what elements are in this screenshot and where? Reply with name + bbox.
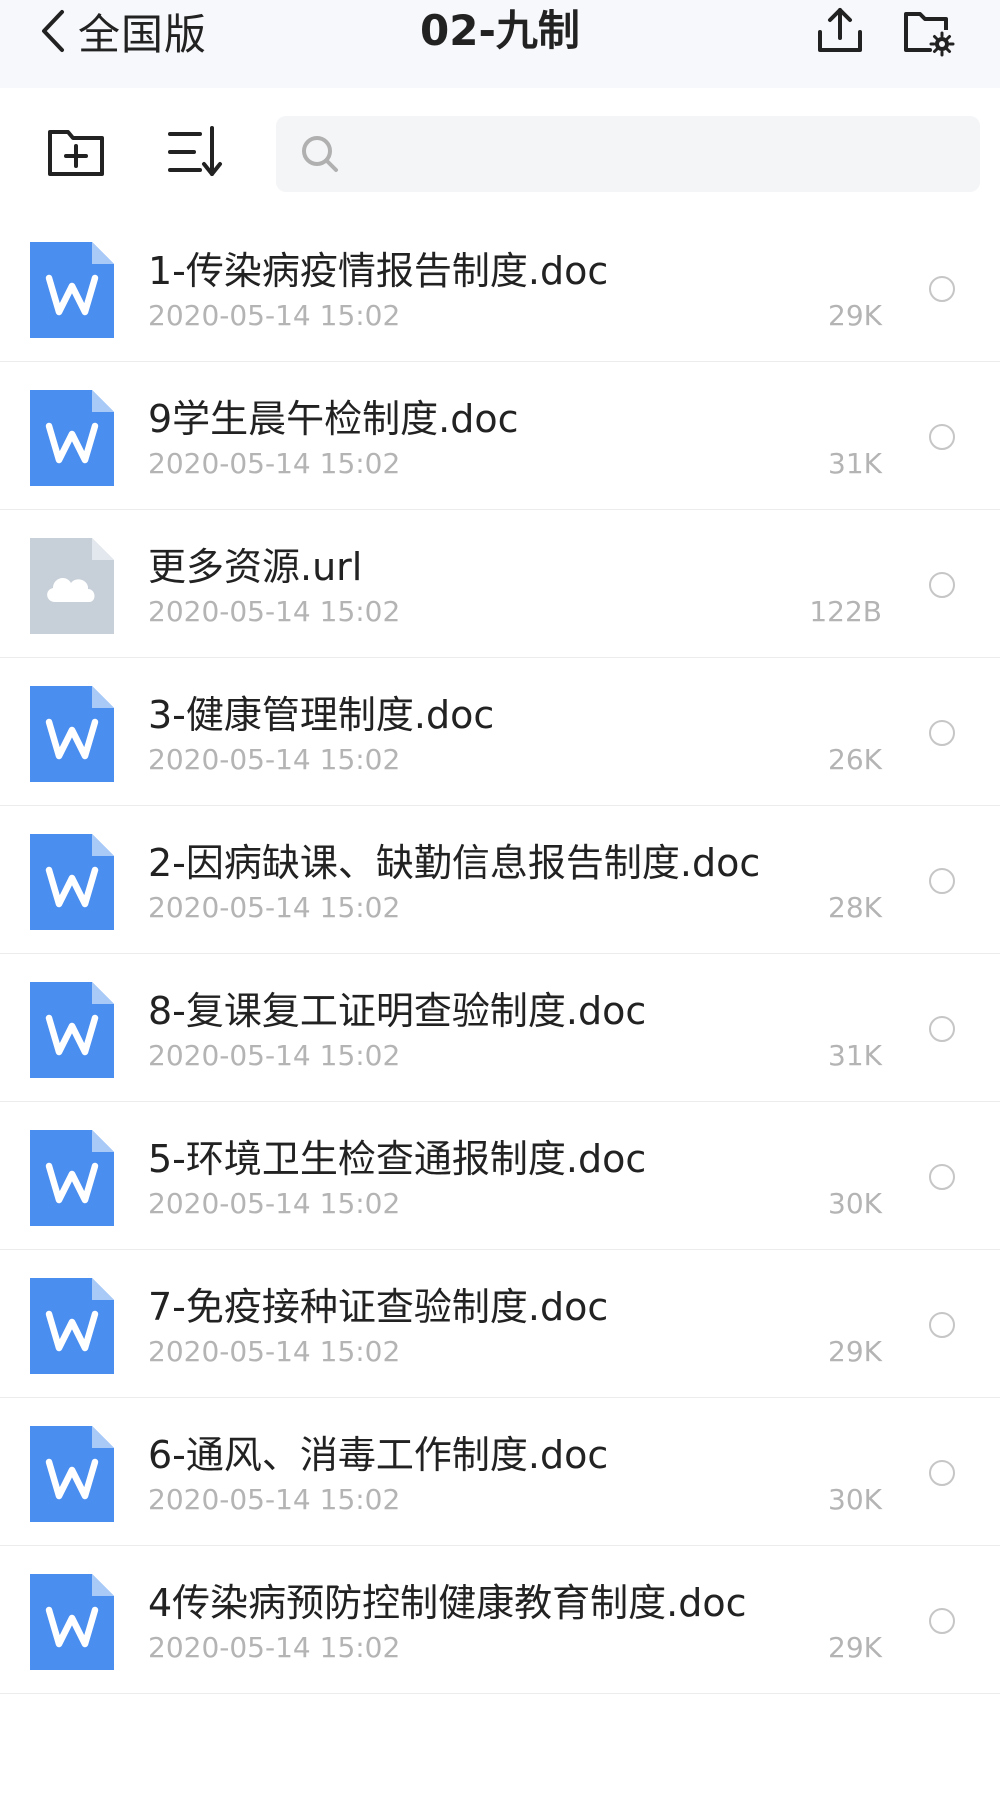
file-date: 2020-05-14 15:02 bbox=[148, 1039, 401, 1072]
file-size: 29K bbox=[828, 1631, 882, 1664]
word-icon bbox=[30, 1130, 114, 1226]
file-name: 8-复课复工证明查验制度.doc bbox=[148, 989, 647, 1033]
file-list: 1-传染病疫情报告制度.doc 2020-05-14 15:02 29K 9学生… bbox=[0, 214, 1000, 1694]
toolbar bbox=[0, 88, 1000, 215]
word-icon bbox=[30, 686, 114, 782]
file-date: 2020-05-14 15:02 bbox=[148, 595, 401, 628]
file-name: 2-因病缺课、缺勤信息报告制度.doc bbox=[148, 841, 761, 885]
word-icon bbox=[30, 1278, 114, 1374]
select-radio[interactable] bbox=[929, 1460, 955, 1486]
new-folder-icon[interactable] bbox=[44, 120, 108, 184]
file-date: 2020-05-14 15:02 bbox=[148, 743, 401, 776]
file-name: 7-免疫接种证查验制度.doc bbox=[148, 1285, 609, 1329]
upload-icon[interactable] bbox=[812, 2, 868, 58]
back-label: 全国版 bbox=[78, 9, 208, 59]
file-date: 2020-05-14 15:02 bbox=[148, 1187, 401, 1220]
file-row[interactable]: 2-因病缺课、缺勤信息报告制度.doc 2020-05-14 15:02 28K bbox=[0, 806, 1000, 954]
cloud-file-icon bbox=[30, 538, 114, 634]
file-row[interactable]: 9学生晨午检制度.doc 2020-05-14 15:02 31K bbox=[0, 362, 1000, 510]
file-name: 4传染病预防控制健康教育制度.doc bbox=[148, 1581, 747, 1625]
word-icon bbox=[30, 242, 114, 338]
chevron-left-icon bbox=[42, 10, 64, 52]
search-box[interactable] bbox=[276, 116, 980, 194]
file-name: 6-通风、消毒工作制度.doc bbox=[148, 1433, 609, 1477]
top-bar: 全国版 02-九制 bbox=[0, 0, 1000, 88]
select-radio[interactable] bbox=[929, 720, 955, 746]
file-size: 29K bbox=[828, 1335, 882, 1368]
select-radio[interactable] bbox=[929, 868, 955, 894]
file-name: 5-环境卫生检查通报制度.doc bbox=[148, 1137, 647, 1181]
word-icon bbox=[30, 834, 114, 930]
file-row[interactable]: 1-传染病疫情报告制度.doc 2020-05-14 15:02 29K bbox=[0, 214, 1000, 362]
back-button[interactable]: 全国版 bbox=[36, 0, 207, 62]
file-row[interactable]: 6-通风、消毒工作制度.doc 2020-05-14 15:02 30K bbox=[0, 1398, 1000, 1546]
page-title: 02-九制 bbox=[420, 6, 580, 55]
file-date: 2020-05-14 15:02 bbox=[148, 1335, 401, 1368]
select-radio[interactable] bbox=[929, 1312, 955, 1338]
file-date: 2020-05-14 15:02 bbox=[148, 1483, 401, 1516]
file-size: 122B bbox=[809, 595, 882, 628]
file-row[interactable]: 3-健康管理制度.doc 2020-05-14 15:02 26K bbox=[0, 658, 1000, 806]
select-radio[interactable] bbox=[929, 424, 955, 450]
file-size: 31K bbox=[828, 1039, 882, 1072]
word-icon bbox=[30, 1574, 114, 1670]
select-radio[interactable] bbox=[929, 1608, 955, 1634]
sort-icon[interactable] bbox=[164, 120, 228, 184]
file-name: 1-传染病疫情报告制度.doc bbox=[148, 249, 609, 293]
file-date: 2020-05-14 15:02 bbox=[148, 891, 401, 924]
file-name: 3-健康管理制度.doc bbox=[148, 693, 495, 737]
select-radio[interactable] bbox=[929, 1164, 955, 1190]
file-size: 30K bbox=[828, 1483, 882, 1516]
folder-settings-icon[interactable] bbox=[900, 2, 956, 58]
search-input[interactable] bbox=[354, 116, 958, 194]
word-icon bbox=[30, 982, 114, 1078]
file-row[interactable]: 7-免疫接种证查验制度.doc 2020-05-14 15:02 29K bbox=[0, 1250, 1000, 1398]
file-row[interactable]: 4传染病预防控制健康教育制度.doc 2020-05-14 15:02 29K bbox=[0, 1546, 1000, 1694]
word-icon bbox=[30, 390, 114, 486]
file-date: 2020-05-14 15:02 bbox=[148, 1631, 401, 1664]
select-radio[interactable] bbox=[929, 276, 955, 302]
file-size: 29K bbox=[828, 299, 882, 332]
file-row[interactable]: 更多资源.url 2020-05-14 15:02 122B bbox=[0, 510, 1000, 658]
select-radio[interactable] bbox=[929, 572, 955, 598]
search-icon bbox=[302, 136, 338, 172]
file-row[interactable]: 5-环境卫生检查通报制度.doc 2020-05-14 15:02 30K bbox=[0, 1102, 1000, 1250]
file-date: 2020-05-14 15:02 bbox=[148, 299, 401, 332]
file-size: 30K bbox=[828, 1187, 882, 1220]
file-name: 更多资源.url bbox=[148, 545, 363, 589]
select-radio[interactable] bbox=[929, 1016, 955, 1042]
file-row[interactable]: 8-复课复工证明查验制度.doc 2020-05-14 15:02 31K bbox=[0, 954, 1000, 1102]
file-name: 9学生晨午检制度.doc bbox=[148, 397, 519, 441]
file-date: 2020-05-14 15:02 bbox=[148, 447, 401, 480]
file-size: 26K bbox=[828, 743, 882, 776]
file-size: 31K bbox=[828, 447, 882, 480]
word-icon bbox=[30, 1426, 114, 1522]
file-size: 28K bbox=[828, 891, 882, 924]
